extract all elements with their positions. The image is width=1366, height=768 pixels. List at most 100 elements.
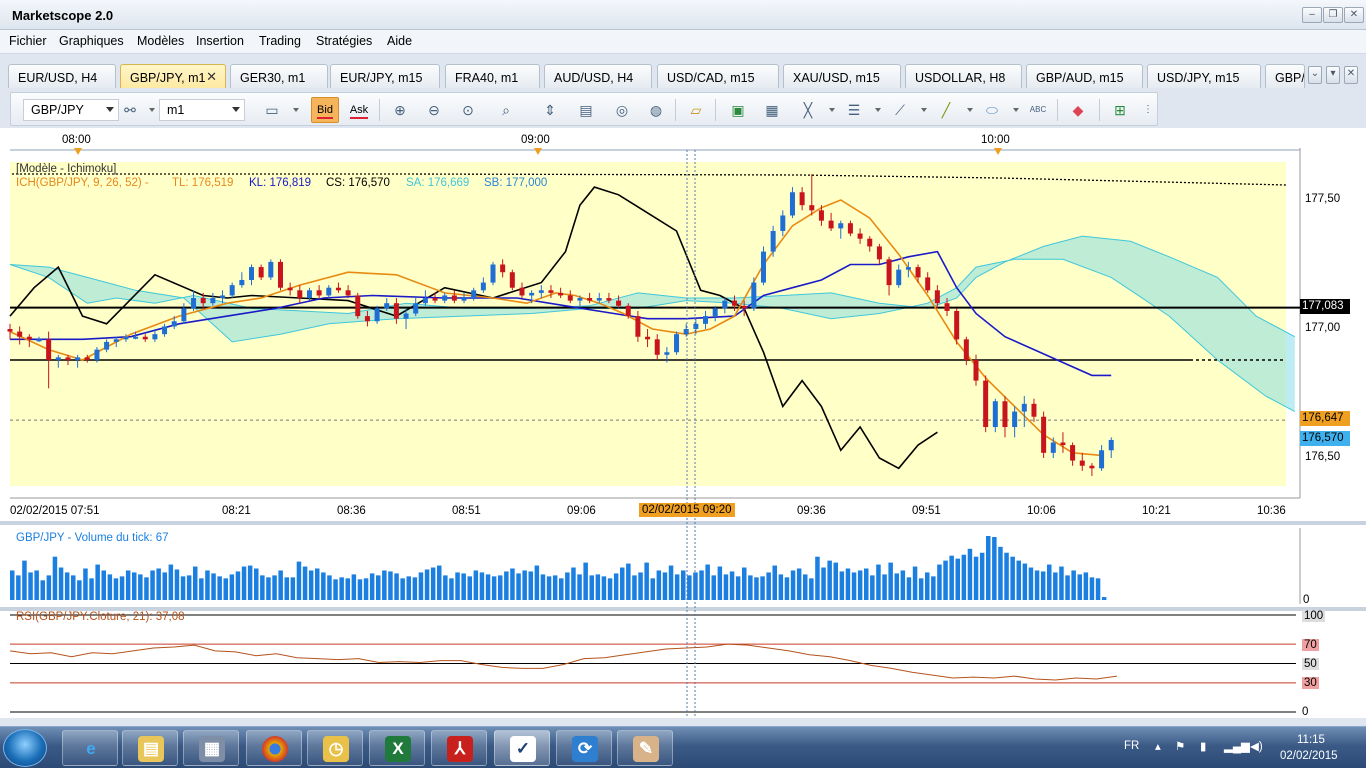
tab-fra40-m1[interactable]: FRA40, m1 — [445, 64, 540, 88]
eraser-icon[interactable]: ◆ — [1069, 101, 1087, 119]
menu-trading[interactable]: Trading — [259, 34, 301, 48]
menu-fichier[interactable]: Fichier — [9, 34, 47, 48]
volume-bar — [376, 575, 381, 600]
tab-xauusd-m15[interactable]: XAU/USD, m15 — [783, 64, 901, 88]
time-label-1006: 10:06 — [1027, 505, 1056, 517]
tabs-list-icon[interactable]: ▾ — [1326, 66, 1340, 84]
tabs-close-icon[interactable]: ✕ — [1344, 66, 1358, 84]
taskbar-pdf[interactable]: ⅄ — [431, 730, 487, 766]
line-tools-icon[interactable]: ╳ — [799, 101, 817, 119]
menu-insertion[interactable]: Insertion — [196, 34, 244, 48]
taskbar-paint[interactable]: ✎ — [617, 730, 673, 766]
tab-ger30-m1[interactable]: GER30, m1 — [230, 64, 328, 88]
toolbar-overflow-icon[interactable]: ⋮ — [1139, 101, 1157, 119]
scale-icon[interactable]: ⇕ — [541, 101, 559, 119]
tab-gbpaud-m15[interactable]: GBP/AUD, m15 — [1026, 64, 1143, 88]
volume-bar — [1095, 578, 1101, 600]
menu-graphiques[interactable]: Graphiques — [59, 34, 124, 48]
candle-body — [519, 287, 525, 296]
time-label-0936: 09:36 — [797, 505, 826, 517]
start-button[interactable] — [3, 729, 47, 767]
flag-icon[interactable]: ⚑ — [1175, 739, 1185, 753]
tab-usdjpy-m15[interactable]: USD/JPY, m15 — [1147, 64, 1261, 88]
crosshair-icon[interactable]: ◎ — [613, 101, 631, 119]
taskbar-explorer[interactable]: ▤ — [122, 730, 178, 766]
zoom-fit-icon[interactable]: ⊙ — [459, 101, 477, 119]
tab-eurusd-h4[interactable]: EUR/USD, H4 — [8, 64, 116, 88]
pen-icon[interactable]: ╱ — [937, 101, 955, 119]
candle-body — [461, 298, 467, 301]
volume-bar — [125, 570, 131, 600]
volume-bar — [632, 575, 637, 600]
tab-gbpjpy-m1[interactable]: GBP/JPY, m1 ✕ — [120, 64, 226, 88]
candle-body — [664, 352, 670, 355]
taskbar-calculator[interactable]: ▦ — [183, 730, 239, 766]
globe-icon[interactable]: ◍ — [647, 101, 665, 119]
volume-icon[interactable]: ◀) — [1250, 739, 1263, 753]
taskbar-marketscope[interactable]: ✓ — [494, 730, 550, 766]
tab-close-icon[interactable]: ✕ — [206, 69, 217, 85]
tab-usdollar-h8[interactable]: USDOLLAR, H8 — [905, 64, 1022, 88]
menu-modeles[interactable]: Modèles — [137, 34, 184, 48]
ruler-icon[interactable]: ▱ — [687, 101, 705, 119]
zoom-area-icon[interactable]: ⌕ — [497, 101, 515, 119]
taskbar-app[interactable]: ◷ — [307, 730, 363, 766]
template-icon[interactable]: ▦ — [763, 101, 781, 119]
volume-bar — [16, 575, 21, 600]
volume-bar — [931, 576, 936, 600]
fibonacci-icon[interactable]: ⟋ — [891, 101, 909, 119]
tray-expand-icon[interactable]: ▴ — [1155, 739, 1161, 753]
taskbar-sync[interactable]: ⟳ — [556, 730, 612, 766]
tab-gbp-partial[interactable]: GBP/ — [1265, 64, 1305, 88]
menu-aide[interactable]: Aide — [387, 34, 412, 48]
tab-usdcad-m15[interactable]: USD/CAD, m15 — [657, 64, 779, 88]
tab-audusd-h4[interactable]: AUD/USD, H4 — [544, 64, 652, 88]
candle-body — [500, 264, 506, 273]
symbol-select[interactable]: GBP/JPY — [23, 99, 119, 121]
chart-area[interactable]: 08:00 09:00 10:00 [Modèle - Ichimoku] IC… — [0, 128, 1366, 718]
properties-icon[interactable]: ▤ — [577, 101, 595, 119]
taskbar-chrome[interactable] — [246, 730, 302, 766]
chart-canvas[interactable] — [0, 128, 1366, 718]
taskbar-excel[interactable]: X — [369, 730, 425, 766]
image-icon[interactable]: ▣ — [729, 101, 747, 119]
volume-bar — [998, 546, 1003, 600]
volume-bar — [748, 575, 753, 600]
volume-bar — [839, 571, 845, 600]
volume-bar — [955, 558, 960, 600]
volume-bar — [870, 575, 875, 600]
close-button[interactable]: ✕ — [1344, 7, 1364, 23]
hierarchy-icon[interactable]: ⊞ — [1111, 101, 1129, 119]
menu-strategies[interactable]: Stratégies — [316, 34, 372, 48]
taskbar-ie[interactable]: e — [62, 730, 118, 766]
candle-body — [335, 287, 341, 291]
volume-bar — [638, 572, 643, 600]
timeframe-select[interactable]: m1 — [159, 99, 245, 121]
tabs-overflow-icon[interactable]: ⌄ — [1308, 66, 1322, 84]
indicator-remove-icon[interactable]: ⚯ — [121, 101, 139, 119]
signal-icon[interactable]: ▂▄▆ — [1224, 739, 1250, 753]
ask-label: Ask — [349, 104, 369, 119]
volume-bar — [827, 560, 832, 600]
minimize-button[interactable]: – — [1302, 7, 1322, 23]
levels-icon[interactable]: ☰ — [845, 101, 863, 119]
device-icon[interactable]: ▮ — [1200, 739, 1206, 753]
restore-button[interactable]: ❐ — [1323, 7, 1343, 23]
clock-time[interactable]: 11:15 — [1297, 734, 1325, 746]
tab-eurjpy-m15[interactable]: EUR/JPY, m15 — [330, 64, 440, 88]
volume-bar — [315, 568, 320, 600]
time-label-0851: 08:51 — [452, 505, 481, 517]
volume-bars — [10, 528, 1301, 604]
candle-body — [983, 380, 989, 428]
clock-date[interactable]: 02/02/2015 — [1280, 750, 1338, 762]
zoom-in-icon[interactable]: ⊕ — [391, 101, 409, 119]
volume-bar — [650, 578, 655, 600]
language-indicator[interactable]: FR — [1124, 740, 1139, 752]
ellipse-icon[interactable]: ⬭ — [983, 101, 1001, 119]
text-tool-icon[interactable]: ABC — [1029, 101, 1047, 119]
chart-type-icon[interactable]: ▭ — [263, 101, 281, 119]
bid-button[interactable]: Bid — [311, 97, 339, 123]
ask-button[interactable]: Ask — [345, 97, 373, 123]
zoom-out-icon[interactable]: ⊖ — [425, 101, 443, 119]
candle-body — [220, 295, 226, 299]
